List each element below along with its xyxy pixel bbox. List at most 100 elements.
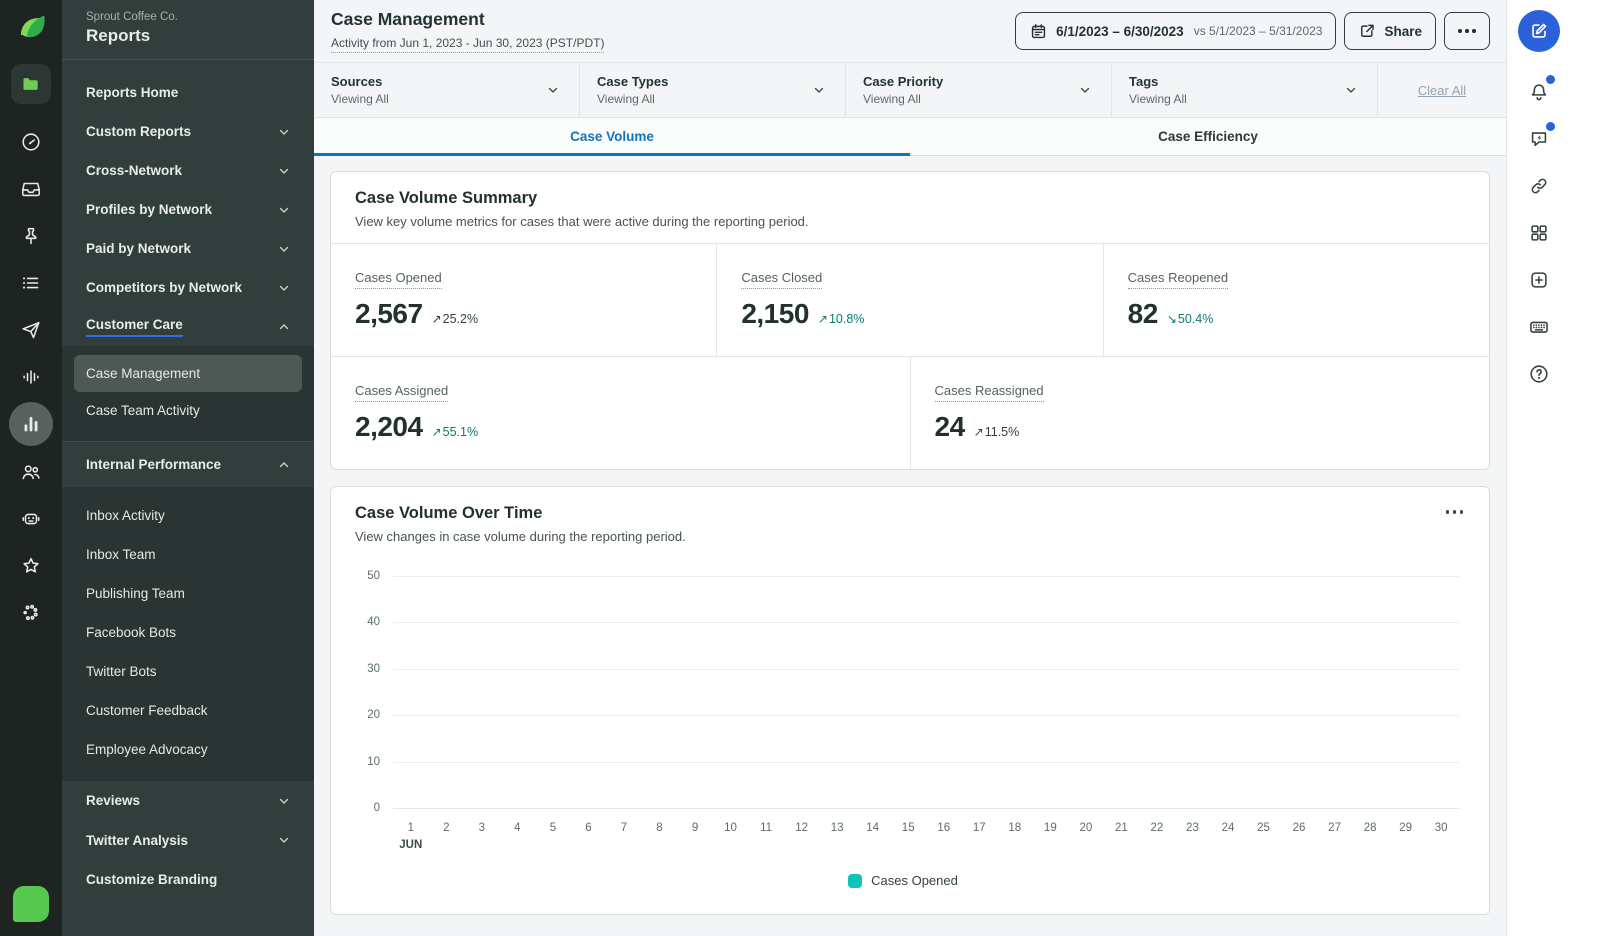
sidebar-item-employee-advocacy[interactable]: Employee Advocacy [74, 730, 302, 769]
metric-label[interactable]: Cases Reassigned [935, 383, 1044, 402]
compose-button[interactable] [1518, 10, 1560, 52]
bar-chart-nav-button[interactable] [9, 402, 53, 446]
automation-chat-button[interactable] [1518, 115, 1560, 162]
gauge-nav-button[interactable] [9, 118, 53, 165]
filter-value: Viewing All [597, 92, 668, 106]
keyboard-shortcuts-icon [1528, 316, 1550, 338]
cluster-nav-button[interactable] [9, 589, 53, 636]
y-axis-tick-label: 20 [367, 709, 380, 721]
chevron-down-icon [278, 204, 290, 216]
x-axis-tick-label: 25 [1246, 822, 1282, 851]
chevron-down-icon [278, 795, 290, 807]
waveform-nav-button[interactable] [9, 353, 53, 400]
filter-sources[interactable]: SourcesViewing All [314, 63, 580, 117]
x-axis-tick-label: 8 [642, 822, 678, 851]
y-axis-tick-label: 0 [374, 802, 380, 814]
filter-value: Viewing All [331, 92, 389, 106]
filter-case-priority[interactable]: Case PriorityViewing All [846, 63, 1112, 117]
link-button[interactable] [1518, 162, 1560, 209]
notification-dot [1546, 122, 1555, 131]
metric-label[interactable]: Cases Closed [741, 270, 822, 289]
apps-grid-button[interactable] [1518, 209, 1560, 256]
sidebar-item-case-management[interactable]: Case Management [74, 355, 302, 392]
sidebar-item-label: Profiles by Network [86, 202, 212, 217]
metric-cases-reopened: Cases Reopened82↘50.4% [1104, 244, 1489, 356]
filter-case-types[interactable]: Case TypesViewing All [580, 63, 846, 117]
sprout-logo-icon [13, 10, 49, 46]
app-icon-rail [0, 0, 62, 936]
sidebar-item-customer-care[interactable]: Customer Care [62, 307, 314, 346]
list-nav-button[interactable] [9, 259, 53, 306]
share-label: Share [1384, 24, 1422, 39]
sidebar-item-inbox-activity[interactable]: Inbox Activity [74, 496, 302, 535]
sidebar-subitem-label: Twitter Bots [86, 664, 157, 679]
x-axis-tick-label: 19 [1033, 822, 1069, 851]
x-axis-tick-label: 29 [1388, 822, 1424, 851]
sidebar-item-internal-performance[interactable]: Internal Performance [62, 441, 314, 487]
add-new-button[interactable] [1518, 256, 1560, 303]
sidebar-item-customer-feedback[interactable]: Customer Feedback [74, 691, 302, 730]
x-axis-day: 18 [1008, 822, 1021, 834]
x-axis-day: 20 [1079, 822, 1092, 834]
tab-case-efficiency[interactable]: Case Efficiency [910, 118, 1506, 155]
x-axis-day: 5 [550, 822, 556, 834]
sidebar-item-twitter-bots[interactable]: Twitter Bots [74, 652, 302, 691]
sidebar-item-reports-home[interactable]: Reports Home [62, 73, 314, 112]
sidebar-item-cross-network[interactable]: Cross-Network [62, 151, 314, 190]
sidebar-item-label: Customize Branding [86, 872, 217, 887]
metric-delta: ↗10.8% [818, 312, 865, 326]
x-axis-tick-label: 11 [748, 822, 784, 851]
people-nav-button[interactable] [9, 448, 53, 495]
trend-up-arrow-icon: ↗ [432, 312, 442, 326]
sidebar-item-publishing-team[interactable]: Publishing Team [74, 574, 302, 613]
pin-nav-button[interactable] [9, 212, 53, 259]
chevron-down-icon [278, 243, 290, 255]
inbox-nav-button[interactable] [9, 165, 53, 212]
metric-label[interactable]: Cases Assigned [355, 383, 448, 402]
date-range-button[interactable]: 6/1/2023 – 6/30/2023 vs 5/1/2023 – 5/31/… [1015, 12, 1336, 50]
sidebar-item-label: Twitter Analysis [86, 833, 188, 848]
sidebar-item-competitors-by-network[interactable]: Competitors by Network [62, 268, 314, 307]
more-options-button[interactable] [1444, 12, 1490, 50]
x-axis-day: 17 [973, 822, 986, 834]
tab-case-volume[interactable]: Case Volume [314, 118, 910, 155]
chevron-down-icon [813, 84, 825, 96]
clear-all-link[interactable]: Clear All [1418, 83, 1466, 98]
sidebar-item-inbox-team[interactable]: Inbox Team [74, 535, 302, 574]
keyboard-shortcuts-button[interactable] [1518, 303, 1560, 350]
robot-nav-button[interactable] [9, 495, 53, 542]
chart-subtitle: View changes in case volume during the r… [355, 529, 686, 544]
paper-plane-nav-button[interactable] [9, 306, 53, 353]
company-name: Sprout Coffee Co. [86, 11, 290, 23]
sidebar-item-profiles-by-network[interactable]: Profiles by Network [62, 190, 314, 229]
metric-value-row: 2,150↗10.8% [741, 298, 1078, 330]
metric-label[interactable]: Cases Opened [355, 270, 442, 289]
summary-metrics-grid: Cases Opened2,567↗25.2% Cases Closed 2,150… [331, 244, 1489, 469]
cluster-icon [20, 602, 42, 624]
sidebar-item-paid-by-network[interactable]: Paid by Network [62, 229, 314, 268]
reporting-period-text[interactable]: Activity from Jun 1, 2023 - Jun 30, 2023… [331, 36, 604, 53]
sidebar-item-label: Reports Home [86, 85, 178, 100]
sidebar-item-customize-branding[interactable]: Customize Branding [62, 860, 314, 900]
list-icon [20, 272, 42, 294]
metric-cases-opened: Cases Opened2,567↗25.2% [331, 244, 717, 356]
sidebar-item-reviews[interactable]: Reviews [62, 781, 314, 821]
sidebar-item-facebook-bots[interactable]: Facebook Bots [74, 613, 302, 652]
filter-text-block: TagsViewing All [1129, 74, 1187, 106]
sidebar-item-case-team-activity[interactable]: Case Team Activity [74, 392, 302, 429]
filter-tags[interactable]: TagsViewing All [1112, 63, 1378, 117]
sidebar-item-twitter-analysis[interactable]: Twitter Analysis [62, 821, 314, 861]
sidebar-subitem-label: Case Management [86, 366, 200, 381]
filter-value: Viewing All [863, 92, 943, 106]
help-button[interactable] [1518, 350, 1560, 397]
x-axis-day: 29 [1399, 822, 1412, 834]
folder-nav-button[interactable] [11, 64, 51, 104]
metric-label[interactable]: Cases Reopened [1128, 270, 1228, 289]
x-axis-tick-label: 17 [962, 822, 998, 851]
sidebar-item-custom-reports[interactable]: Custom Reports [62, 112, 314, 151]
star-nav-button[interactable] [9, 542, 53, 589]
chart-more-options-button[interactable] [1444, 504, 1466, 520]
notifications-bell-icon [1528, 81, 1550, 103]
share-button[interactable]: Share [1344, 12, 1436, 50]
notifications-bell-button[interactable] [1518, 68, 1560, 115]
